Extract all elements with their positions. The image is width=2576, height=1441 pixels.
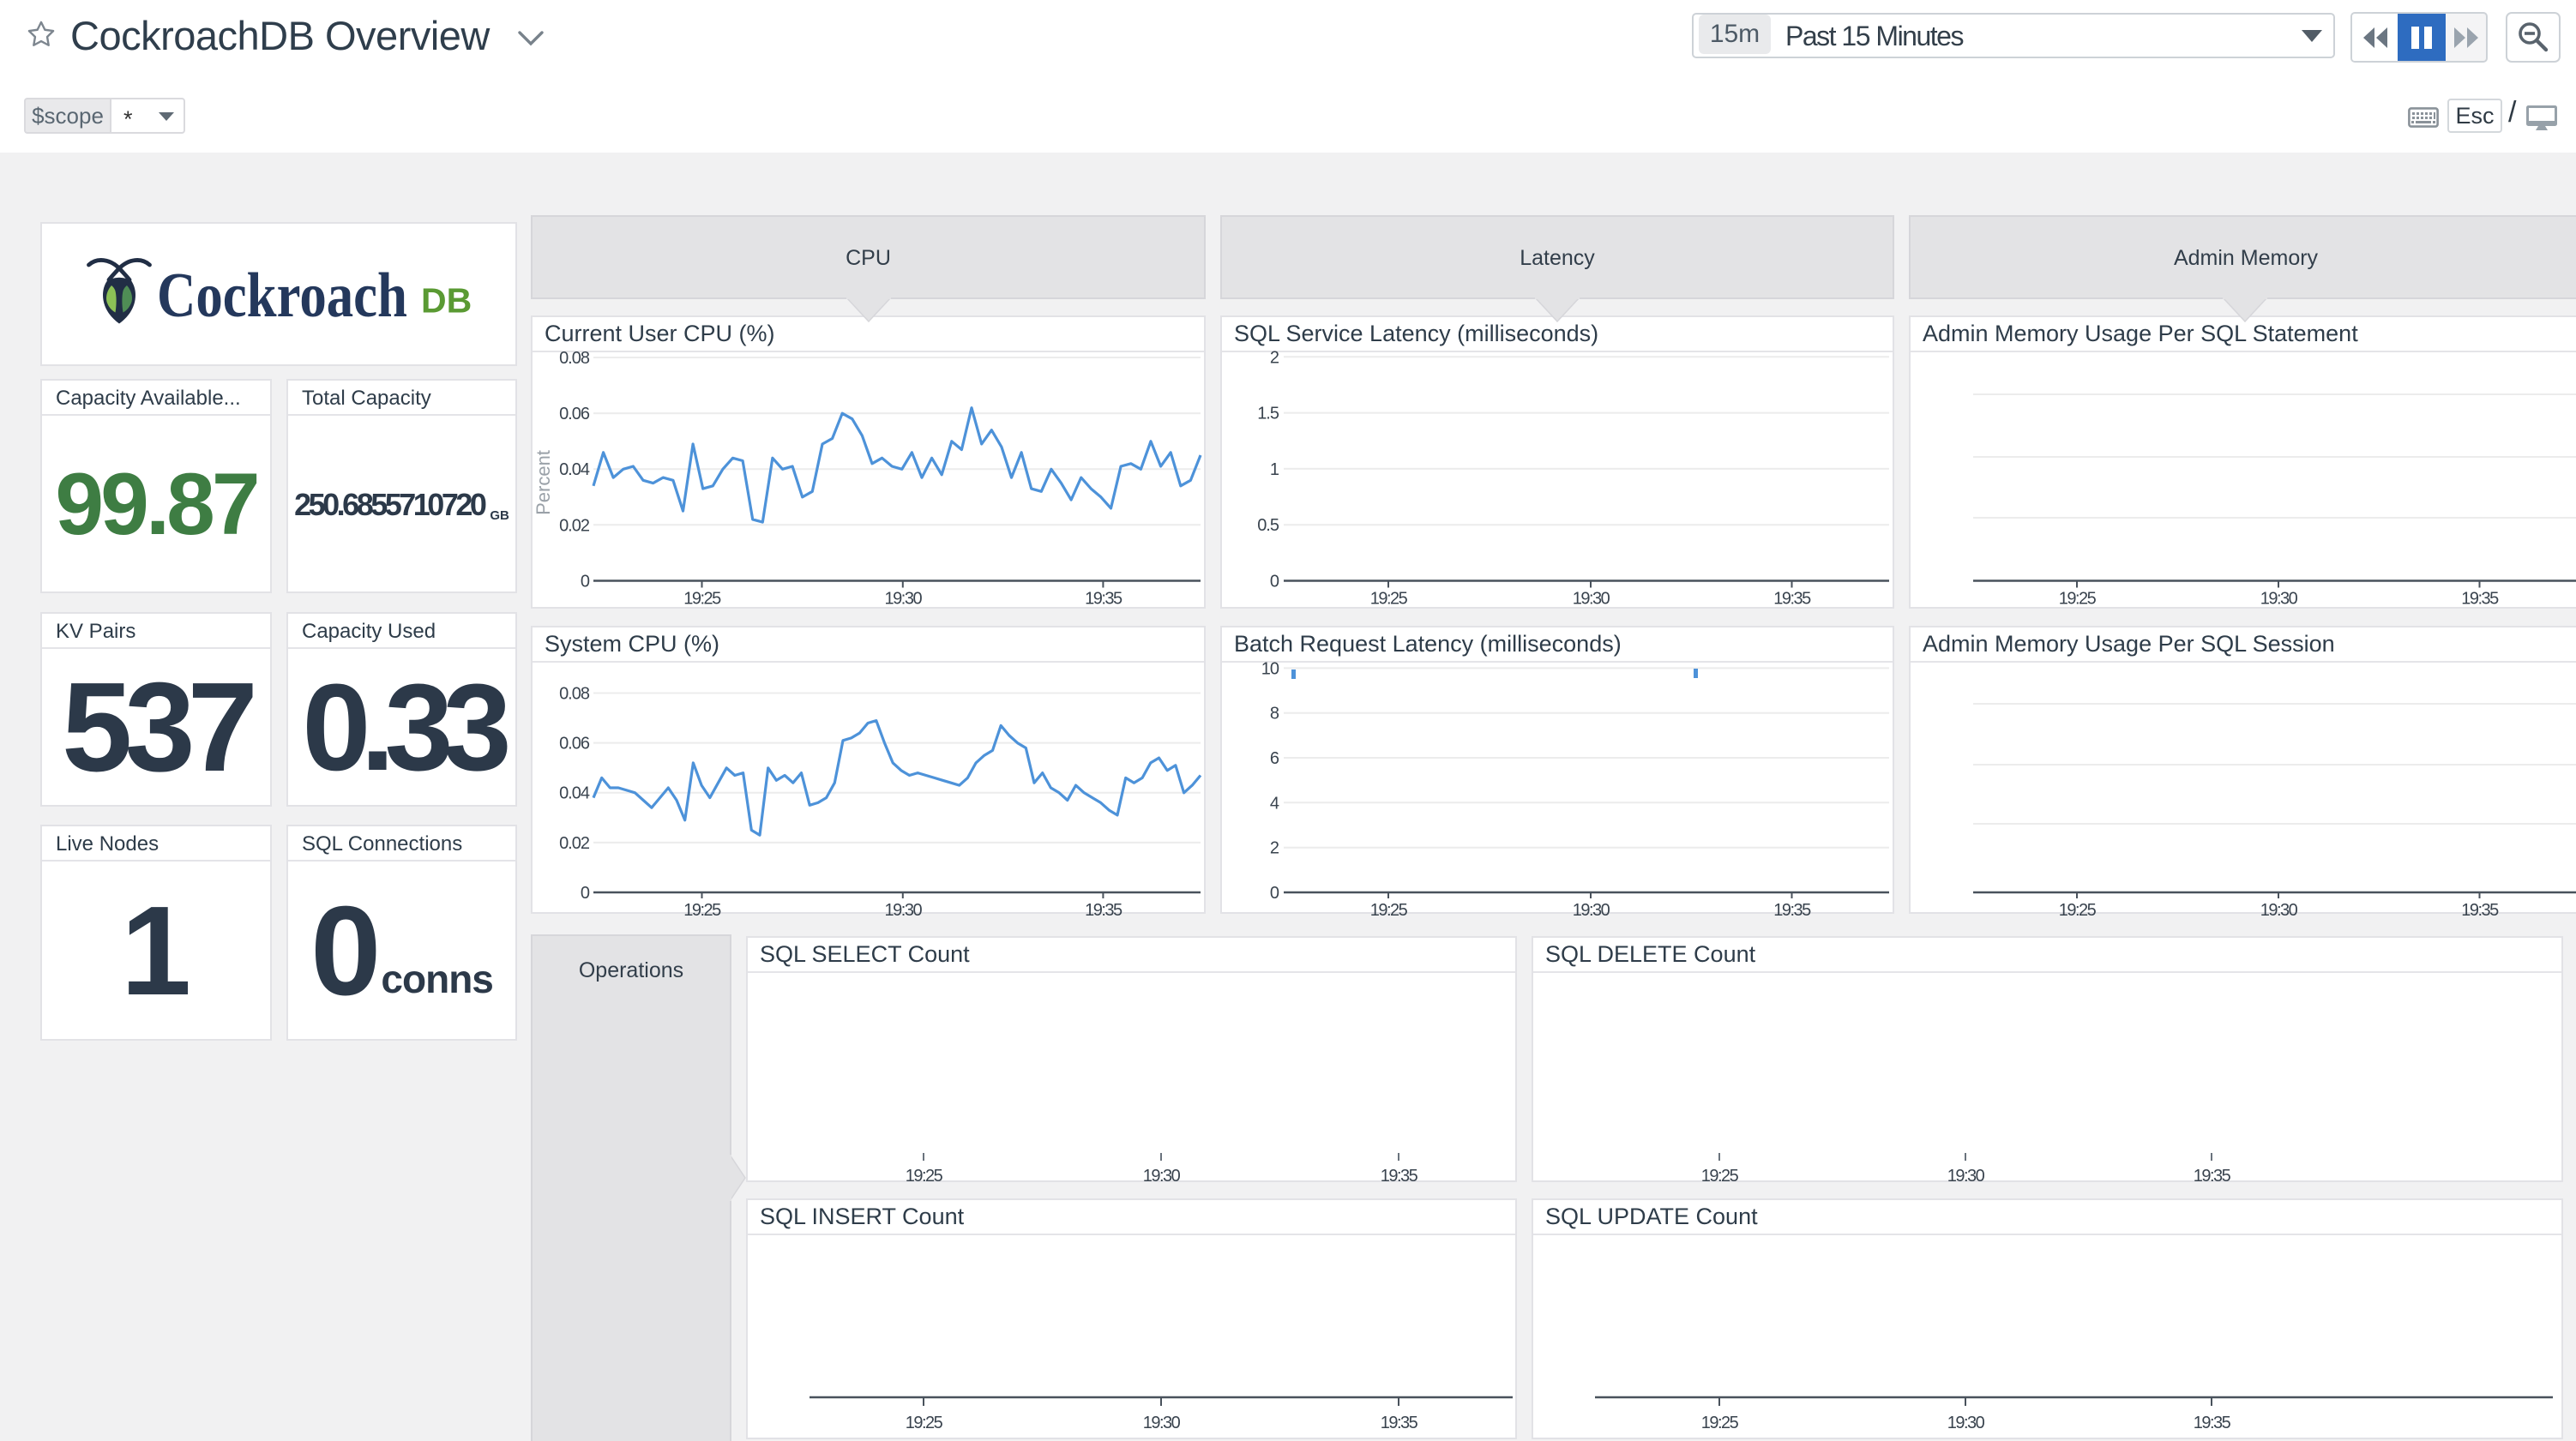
svg-text:19:30: 19:30 — [885, 590, 923, 609]
svg-text:19:30: 19:30 — [2260, 590, 2298, 609]
svg-text:19:25: 19:25 — [1701, 1414, 1739, 1432]
svg-text:19:30: 19:30 — [2260, 901, 2298, 920]
svg-text:19:25: 19:25 — [2059, 901, 2097, 920]
svg-text:19:35: 19:35 — [2461, 590, 2499, 609]
svg-text:19:30: 19:30 — [1573, 590, 1610, 609]
svg-text:19:35: 19:35 — [1381, 1167, 1418, 1186]
svg-text:19:30: 19:30 — [1143, 1414, 1181, 1432]
svg-text:19:25: 19:25 — [683, 901, 721, 920]
svg-text:19:30: 19:30 — [1947, 1414, 1985, 1432]
svg-text:19:25: 19:25 — [1701, 1167, 1739, 1186]
svg-text:19:35: 19:35 — [1085, 901, 1122, 920]
svg-text:DB: DB — [421, 281, 472, 321]
svg-text:8: 8 — [1270, 705, 1279, 724]
svg-text:19:35: 19:35 — [1085, 590, 1122, 609]
svg-text:19:35: 19:35 — [2194, 1167, 2231, 1186]
svg-text:19:25: 19:25 — [1370, 901, 1408, 920]
svg-text:19:35: 19:35 — [1381, 1414, 1418, 1432]
svg-text:0.02: 0.02 — [559, 516, 590, 535]
svg-text:19:25: 19:25 — [683, 590, 721, 609]
svg-text:19:25: 19:25 — [906, 1167, 943, 1186]
svg-text:0.06: 0.06 — [559, 735, 590, 754]
svg-text:0: 0 — [1270, 573, 1279, 591]
svg-text:0.08: 0.08 — [559, 349, 590, 368]
svg-text:2: 2 — [1270, 348, 1279, 367]
svg-text:19:25: 19:25 — [1370, 590, 1408, 609]
svg-text:19:35: 19:35 — [2194, 1414, 2231, 1432]
svg-text:0.04: 0.04 — [559, 784, 590, 803]
svg-text:19:35: 19:35 — [1773, 590, 1811, 609]
svg-text:19:35: 19:35 — [2461, 901, 2499, 920]
svg-text:1: 1 — [1270, 460, 1279, 479]
svg-text:0.02: 0.02 — [559, 834, 590, 853]
svg-text:19:30: 19:30 — [1573, 901, 1610, 920]
svg-text:19:25: 19:25 — [906, 1414, 943, 1432]
svg-text:6: 6 — [1270, 749, 1279, 768]
svg-text:19:30: 19:30 — [885, 901, 923, 920]
svg-text:0: 0 — [581, 573, 590, 591]
svg-text:19:30: 19:30 — [1143, 1167, 1181, 1186]
svg-text:0: 0 — [581, 884, 590, 903]
svg-text:10: 10 — [1261, 659, 1279, 678]
svg-text:Percent: Percent — [533, 450, 554, 515]
svg-text:19:35: 19:35 — [1773, 901, 1811, 920]
svg-text:0.08: 0.08 — [559, 685, 590, 704]
svg-text:0.04: 0.04 — [559, 460, 590, 479]
svg-text:0.5: 0.5 — [1257, 516, 1279, 535]
svg-text:2: 2 — [1270, 839, 1279, 858]
svg-text:4: 4 — [1270, 794, 1279, 813]
svg-text:Cockroach: Cockroach — [157, 261, 407, 331]
svg-text:19:30: 19:30 — [1947, 1167, 1985, 1186]
svg-text:0.06: 0.06 — [559, 405, 590, 423]
svg-text:1.5: 1.5 — [1257, 405, 1279, 423]
svg-text:19:25: 19:25 — [2059, 590, 2097, 609]
svg-text:0: 0 — [1270, 884, 1279, 903]
